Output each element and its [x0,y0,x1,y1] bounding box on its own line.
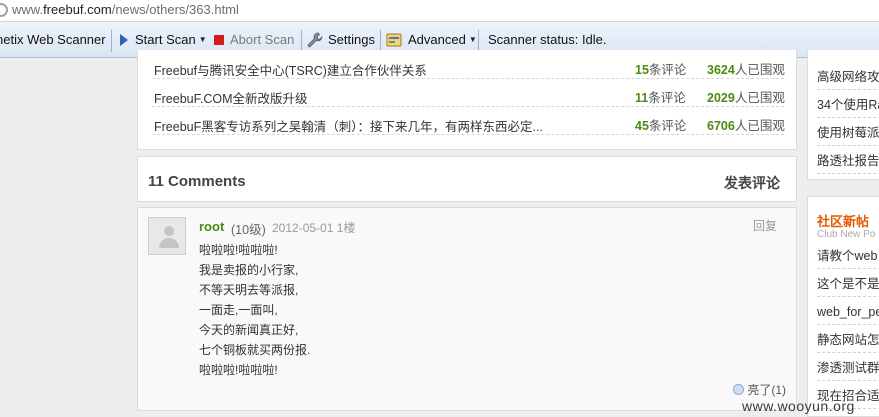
reply-link[interactable]: 回复 [753,217,777,234]
address-bar[interactable]: www.freebuf.com/news/others/363.html [0,0,879,22]
comment-count: 45 [635,119,649,133]
related-article-title[interactable]: FreebuF黑客专访系列之吴翰清（刺）：接下来几年，有两样东西必定... [154,116,543,135]
sidebar-article-link[interactable]: 高级网络攻 [817,64,879,90]
advanced-label: Advanced [408,32,466,47]
related-article-views: 6706人已围观 [707,115,785,134]
comment-line: 一面走,一面叫, [199,303,278,317]
play-icon [120,33,128,46]
comment-line: 啦啦啦!啦啦啦! [199,243,278,257]
related-article-views: 3624人已围观 [707,59,785,78]
comment-line: 今天的新闻真正好, [199,323,299,337]
advanced-menu-button[interactable]: Advanced ▼ [386,31,477,51]
community-subtitle: Club New Po [817,229,876,240]
comment-line: 啦啦啦!啦啦啦! [199,363,278,377]
related-articles-list: Freebuf与腾讯安全中心(TSRC)建立合作伙伴关系 15条评论 3624人… [137,50,797,150]
comment-count: 11 [635,91,649,105]
sidebar-community-posts: 社区新帖 Club New Po 请教个web 这个是不是 web_for_pe… [807,196,879,417]
sidebar-hot-articles: 高级网络攻 34个使用Ra 使用树莓派 路透社报告 [807,50,879,180]
avatar[interactable] [148,217,186,255]
view-count: 2029 [707,91,735,105]
start-scan-label: Start Scan [135,32,196,47]
community-post-link[interactable]: web_for_pe [817,299,879,325]
scanner-app-name: netix Web Scanner [0,32,106,47]
related-article-comments: 11条评论 [635,87,686,106]
like-button[interactable]: 亮了(1) [733,381,786,398]
stop-icon [214,34,224,45]
like-label: 亮了(1) [747,383,786,397]
related-article-row[interactable]: Freebuf与腾讯安全中心(TSRC)建立合作伙伴关系 15条评论 3624人… [152,51,785,79]
lightbulb-icon [733,384,745,396]
comment-author-level: (10级) [231,223,266,237]
scanner-status: Scanner status: Idle. [488,32,607,47]
settings-button[interactable]: Settings [307,31,375,51]
toolbar-separator [380,30,381,52]
url-prefix: www. [12,2,44,17]
toolbar-separator [301,30,302,52]
related-article-views: 2029人已围观 [707,87,785,106]
wrench-icon [307,32,323,47]
user-icon [164,226,174,236]
community-post-link[interactable]: 静态网站怎 [817,327,879,353]
sidebar-article-link[interactable]: 34个使用Ra [817,92,879,118]
watermark: www.wooyun.org [742,398,855,414]
community-title: 社区新帖 [817,214,870,229]
view-count: 6706 [707,119,735,133]
user-icon-body [159,238,179,248]
view-count: 3624 [707,63,735,77]
advanced-tools-icon [386,33,402,47]
related-article-title[interactable]: Freebuf与腾讯安全中心(TSRC)建立合作伙伴关系 [154,60,427,79]
related-article-comments: 45条评论 [635,115,686,134]
community-post-link[interactable]: 渗透测试群 [817,355,879,381]
related-article-row[interactable]: FreebuF.COM全新改版升级 11条评论 2029人已围观 [152,79,785,107]
chevron-down-icon: ▼ [198,35,207,44]
community-post-link[interactable]: 这个是不是 [817,271,879,297]
toolbar-separator [111,30,112,52]
comment-item: root (10级) 2012-05-01 1楼 回复 啦啦啦!啦啦啦! 我是卖… [137,207,797,411]
comment-line: 不等天明去等派报, [199,283,299,297]
toolbar-separator [478,30,479,52]
url-host: freebuf.com [43,2,112,17]
comment-date: 2012-05-01 1楼 [272,221,356,235]
related-article-comments: 15条评论 [635,59,686,78]
related-article-title[interactable]: FreebuF.COM全新改版升级 [154,88,308,107]
url-text[interactable]: www.freebuf.com/news/others/363.html [12,2,239,17]
abort-scan-label: Abort Scan [230,32,295,47]
related-article-row[interactable]: FreebuF黑客专访系列之吴翰清（刺）：接下来几年，有两样东西必定... 45… [152,107,785,135]
url-path: /news/others/363.html [111,2,239,17]
start-scan-button[interactable]: Start Scan ▼ [120,31,207,51]
sidebar-article-link[interactable]: 使用树莓派 [817,120,879,146]
view-suffix: 人已围观 [734,63,785,77]
comment-suffix: 条评论 [648,119,687,133]
comment-suffix: 条评论 [648,63,687,77]
chevron-down-icon: ▼ [468,35,477,44]
comment-suffix: 条评论 [648,91,686,105]
community-post-link[interactable]: 请教个web [817,243,879,269]
comment-line: 七个铜板就买两份报. [199,343,311,357]
comment-author[interactable]: root [199,219,224,234]
abort-scan-button[interactable]: Abort Scan [214,31,294,51]
post-comment-link[interactable]: 发表评论 [724,173,780,193]
comment-count: 15 [635,63,649,77]
comment-line: 我是卖报的小行家, [199,263,299,277]
comments-count: 11 Comments [148,173,246,190]
comments-header: 11 Comments 发表评论 [137,156,797,202]
comment-body: 啦啦啦!啦啦啦! 我是卖报的小行家, 不等天明去等派报, 一面走,一面叫, 今天… [199,240,310,380]
settings-label: Settings [328,32,375,47]
globe-icon [0,3,8,17]
view-suffix: 人已围观 [734,119,785,133]
sidebar-article-link[interactable]: 路透社报告 [817,148,879,174]
view-suffix: 人已围观 [734,91,785,105]
